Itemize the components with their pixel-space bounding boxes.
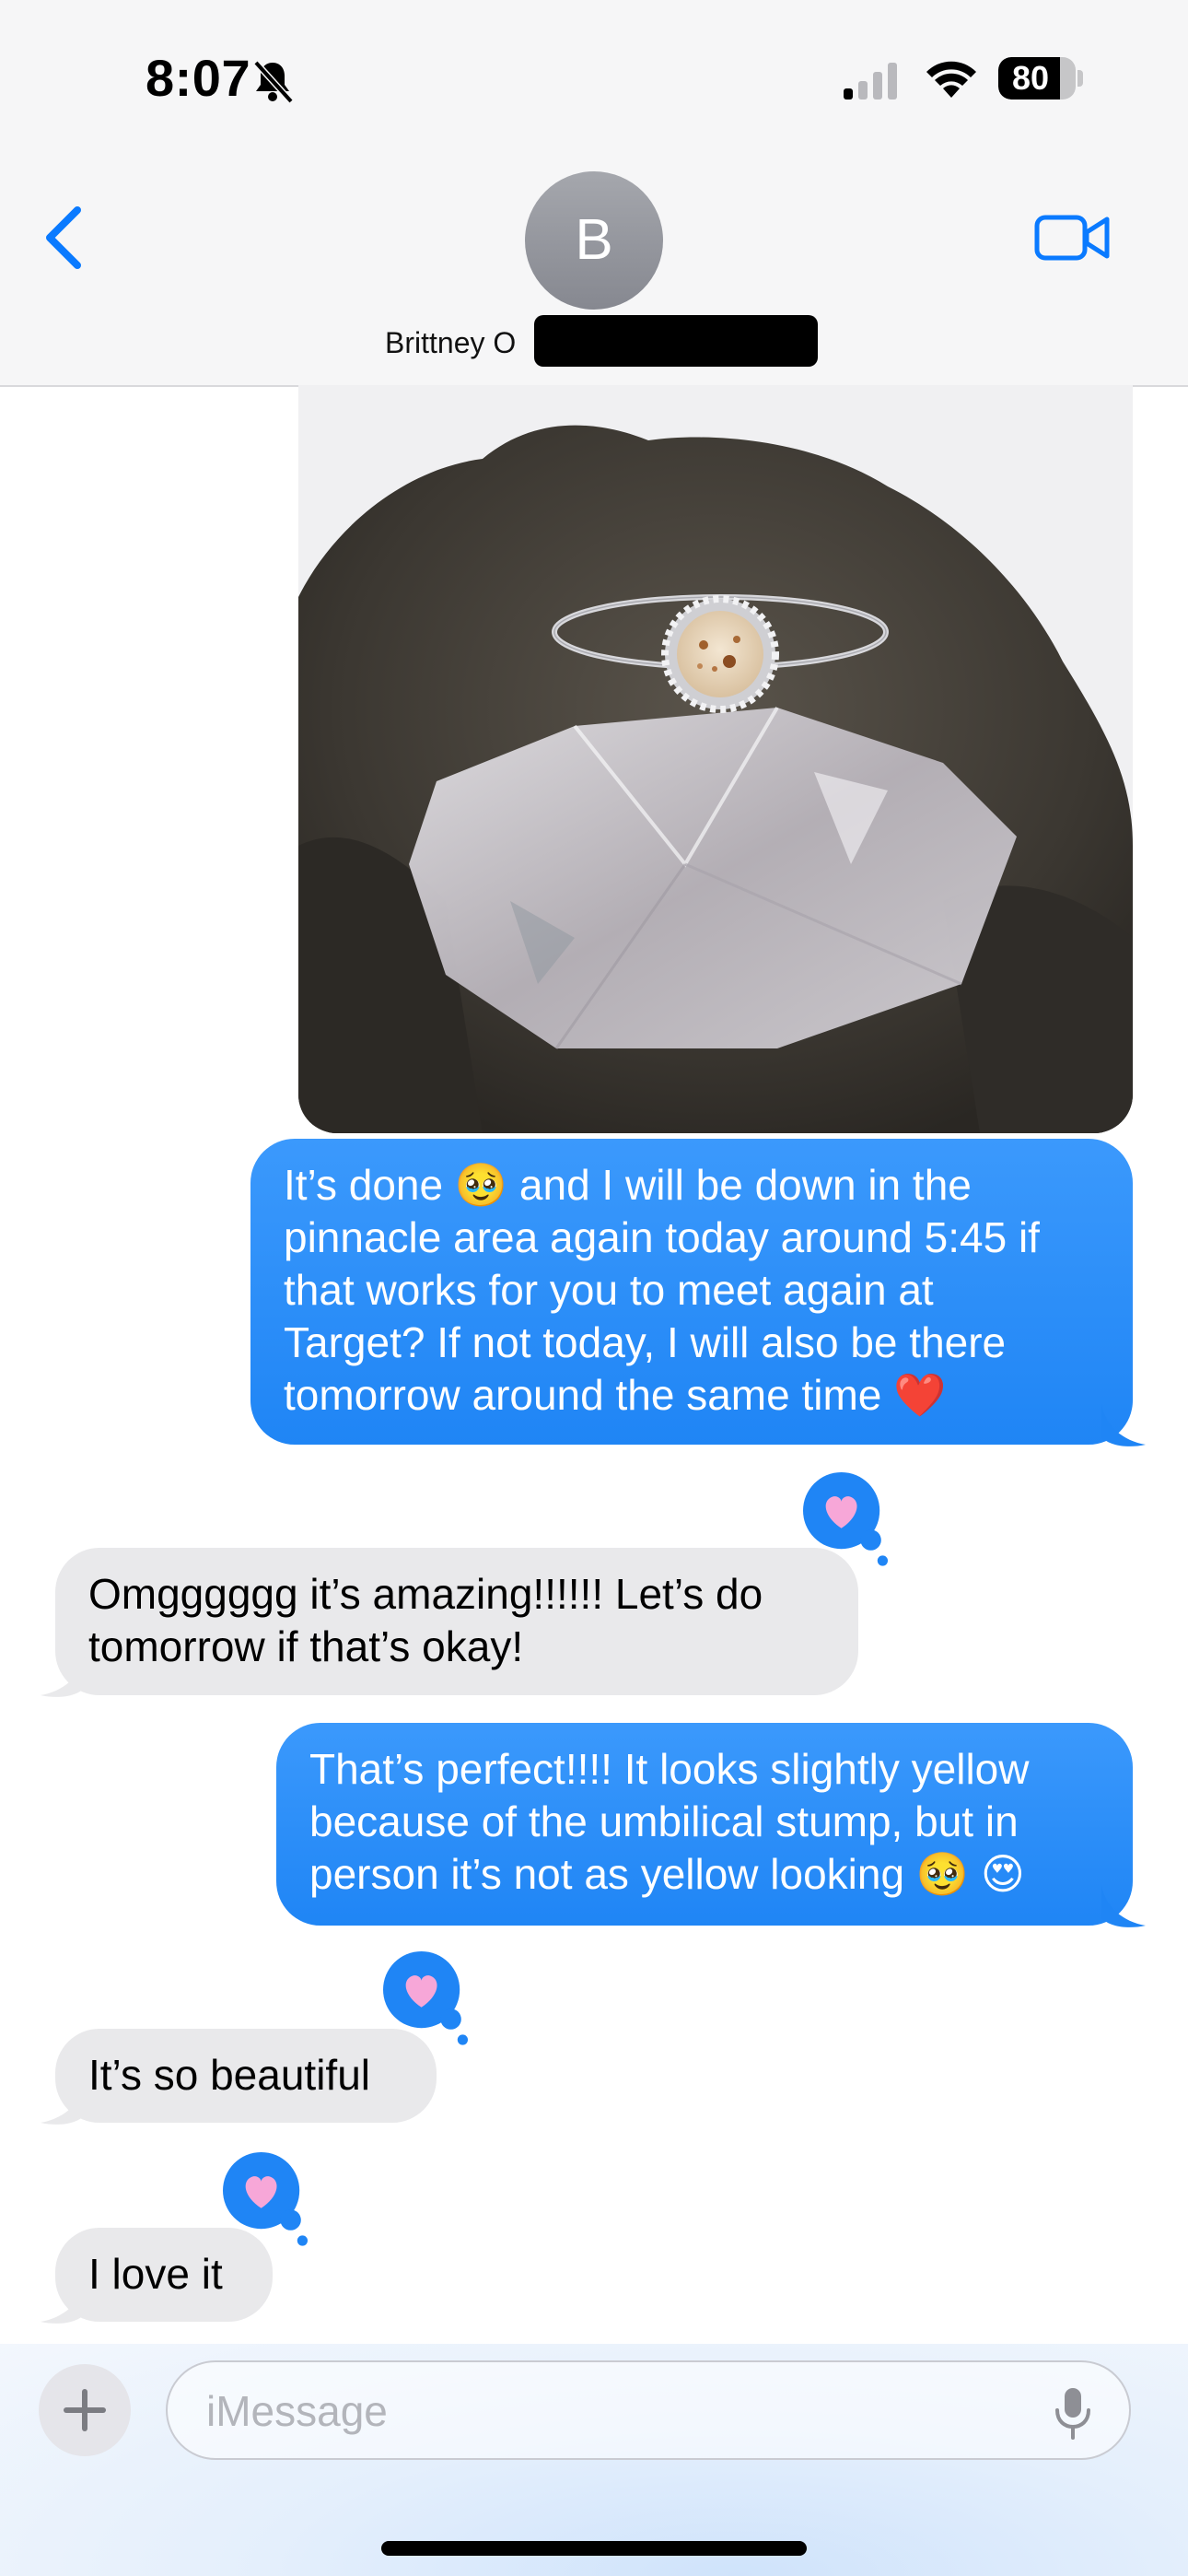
redaction-bar: [534, 315, 818, 367]
message-line: Target? If not today, I will also be the…: [284, 1318, 1007, 1366]
message-input-field[interactable]: [166, 2360, 1131, 2460]
back-button[interactable]: [37, 201, 92, 275]
message-line: because of the umbilical stump, but in: [309, 1797, 1019, 1845]
wifi-icon: [926, 61, 976, 98]
message-line: It’s done 🥹 and I will be down in the: [284, 1161, 972, 1209]
contact-name[interactable]: Brittney O: [385, 326, 516, 360]
message-line: pinnacle area again today around 5:45 if: [284, 1213, 1040, 1261]
photo-message[interactable]: [298, 385, 1133, 1133]
video-call-button[interactable]: [1033, 210, 1111, 265]
messages-screen: 8:07 80 B Brittney O It’s done 🥹 and I w…: [0, 0, 1188, 2576]
received-message-bubble[interactable]: It’s so beautiful: [55, 2029, 437, 2123]
contact-avatar[interactable]: B: [525, 171, 663, 310]
plus-button[interactable]: [39, 2364, 131, 2456]
bubble-tail: [41, 1655, 85, 1697]
plus-icon: [64, 2389, 106, 2431]
bubble-tail: [41, 2281, 85, 2324]
message-line: That’s perfect!!!! It looks slightly yel…: [309, 1745, 1030, 1793]
message-input[interactable]: [204, 2362, 1037, 2460]
sent-message-bubble[interactable]: That’s perfect!!!! It looks slightly yel…: [276, 1723, 1133, 1926]
sent-message-bubble[interactable]: It’s done 🥹 and I will be down in the pi…: [250, 1139, 1133, 1445]
received-message-bubble[interactable]: I love it: [55, 2228, 273, 2322]
message-line: that works for you to meet again at: [284, 1266, 934, 1314]
home-indicator[interactable]: [381, 2541, 807, 2556]
conversation-header: 8:07 80 B Brittney O: [0, 0, 1188, 387]
bubble-tail: [1101, 1885, 1146, 1927]
received-message-bubble[interactable]: Omgggggg it’s amazing!!!!!! Let’s do tom…: [55, 1548, 858, 1695]
bell-slash-icon: [253, 60, 294, 104]
message-line: It’s so beautiful: [88, 2051, 371, 2099]
bubble-tail: [1101, 1404, 1146, 1446]
battery-icon: 80: [998, 57, 1076, 100]
battery-percentage: 80: [1011, 59, 1050, 97]
message-line: person it’s not as yellow looking 🥹 😍: [309, 1850, 1025, 1898]
microphone-icon[interactable]: [1052, 2384, 1094, 2441]
bubble-tail: [41, 2082, 85, 2125]
message-line: I love it: [88, 2250, 223, 2298]
ring-photo: [298, 385, 1133, 1133]
message-line: Omgggggg it’s amazing!!!!!! Let’s do: [88, 1570, 763, 1618]
status-time: 8:07: [146, 49, 251, 107]
battery-tip: [1077, 70, 1083, 87]
message-line: tomorrow around the same time ❤️: [284, 1371, 947, 1419]
cellular-signal-icon: [844, 63, 897, 100]
message-line: tomorrow if that’s okay!: [88, 1622, 524, 1670]
